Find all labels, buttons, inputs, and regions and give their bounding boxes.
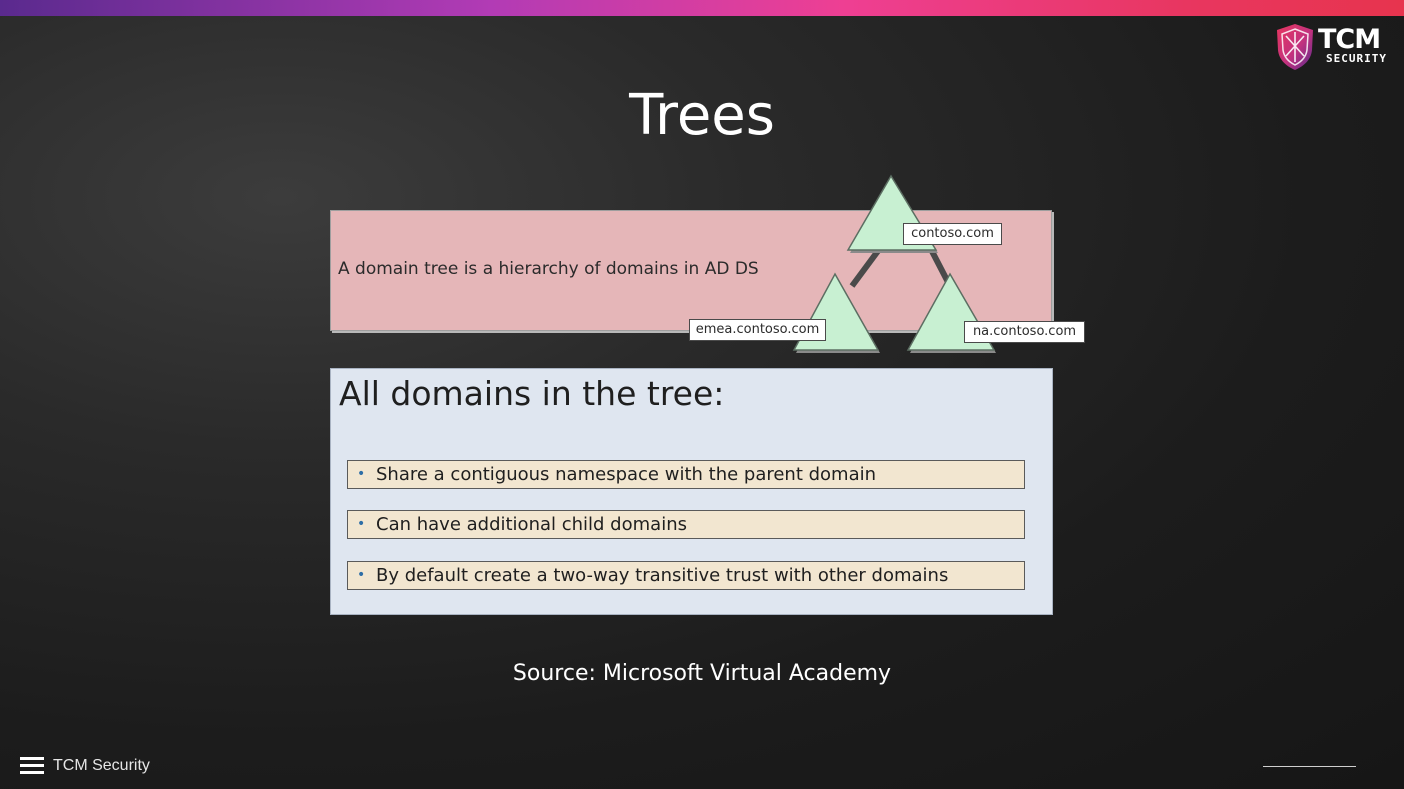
slide-title: Trees [629, 83, 775, 148]
properties-heading: All domains in the tree: [339, 374, 725, 413]
root-domain-label: contoso.com [903, 223, 1002, 245]
tcm-security-logo: TCM SECURITY [1274, 22, 1394, 72]
bullet-dot: • [357, 567, 366, 583]
footer-brand: TCM Security [53, 757, 150, 774]
child-domain-label-emea: emea.contoso.com [689, 319, 826, 341]
footer-divider [1263, 766, 1356, 767]
logo-wordmark: TCM [1318, 24, 1381, 55]
list-item-text: Share a contiguous namespace with the pa… [376, 464, 877, 485]
bullet-dot: • [357, 516, 366, 532]
tcm-shield-logo-icon [1277, 24, 1313, 70]
top-gradient-bar [0, 0, 1404, 16]
child-domain-label-na: na.contoso.com [964, 321, 1085, 343]
list-item: • Share a contiguous namespace with the … [347, 460, 1025, 489]
list-item: • By default create a two-way transitive… [347, 561, 1025, 590]
list-item-text: By default create a two-way transitive t… [376, 565, 949, 586]
bullet-dot: • [357, 466, 366, 482]
logo-subtitle: SECURITY [1326, 52, 1387, 65]
definition-text: A domain tree is a hierarchy of domains … [338, 259, 759, 279]
hamburger-menu-icon[interactable] [20, 757, 44, 775]
list-item-text: Can have additional child domains [376, 514, 687, 535]
list-item: • Can have additional child domains [347, 510, 1025, 539]
source-citation: Source: Microsoft Virtual Academy [512, 661, 892, 686]
